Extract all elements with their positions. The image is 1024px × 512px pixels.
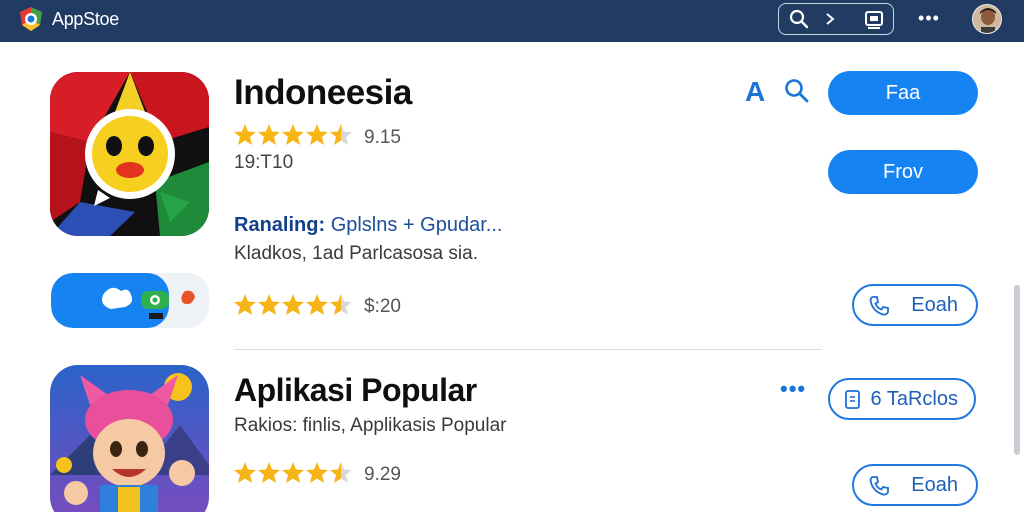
app-name[interactable]: Aplikasi Popular [234, 372, 477, 409]
call-button[interactable]: Eoah [852, 284, 978, 326]
phone-icon [869, 296, 889, 316]
document-icon [845, 390, 860, 409]
divider [234, 349, 822, 350]
app-description: Kladkos, 1ad Parlcasosa sia. [234, 243, 478, 264]
rating-stars [234, 294, 352, 315]
app-title: AppStoe [52, 9, 119, 29]
device-icon[interactable] [863, 9, 885, 31]
secondary-button[interactable]: Frov [828, 150, 978, 194]
chevron-right-icon[interactable] [823, 12, 837, 26]
price-value: $:20 [364, 296, 401, 317]
rating-value: 9.15 [364, 127, 401, 148]
app-name[interactable]: Indoneesia [234, 73, 412, 113]
rating-value: 9.29 [364, 464, 401, 485]
primary-button[interactable]: Faa [828, 71, 978, 115]
app-description: Rakios: finlis, Applikasis Popular [234, 415, 507, 436]
search-bar[interactable] [778, 3, 894, 35]
call-button[interactable]: Eoah [852, 464, 978, 506]
tag-button-label: 6 TaRclos [870, 388, 958, 410]
more-options-icon[interactable]: ••• [914, 8, 944, 28]
call-button-label: Eoah [911, 294, 958, 316]
top-bar: AppStoe ••• [0, 0, 1024, 42]
font-size-icon[interactable]: A [745, 76, 765, 108]
call-button-label: Eoah [911, 474, 958, 496]
phone-icon [869, 476, 889, 496]
app-icon-aplikasi-popular[interactable] [50, 365, 209, 512]
rating-stars [234, 462, 352, 483]
more-options-icon[interactable]: ••• [780, 376, 806, 402]
app-meta: 19:T10 [234, 152, 294, 173]
app-banner-icon[interactable] [51, 273, 209, 328]
search-icon[interactable] [789, 9, 809, 29]
tag-button[interactable]: 6 TaRclos [828, 378, 976, 420]
avatar[interactable] [972, 4, 1002, 34]
scrollbar[interactable] [1014, 285, 1020, 455]
rating-stars [234, 124, 352, 145]
ranking-text: Gplslns + Gpudar... [330, 214, 503, 236]
app-store-logo-icon[interactable] [18, 6, 44, 32]
ranking-label: Ranaling: [234, 214, 326, 236]
app-icon-indoneesia[interactable] [50, 72, 209, 236]
search-icon[interactable] [784, 78, 810, 104]
ranking-line[interactable]: Ranaling: Gplslns + Gpudar... [234, 214, 502, 237]
